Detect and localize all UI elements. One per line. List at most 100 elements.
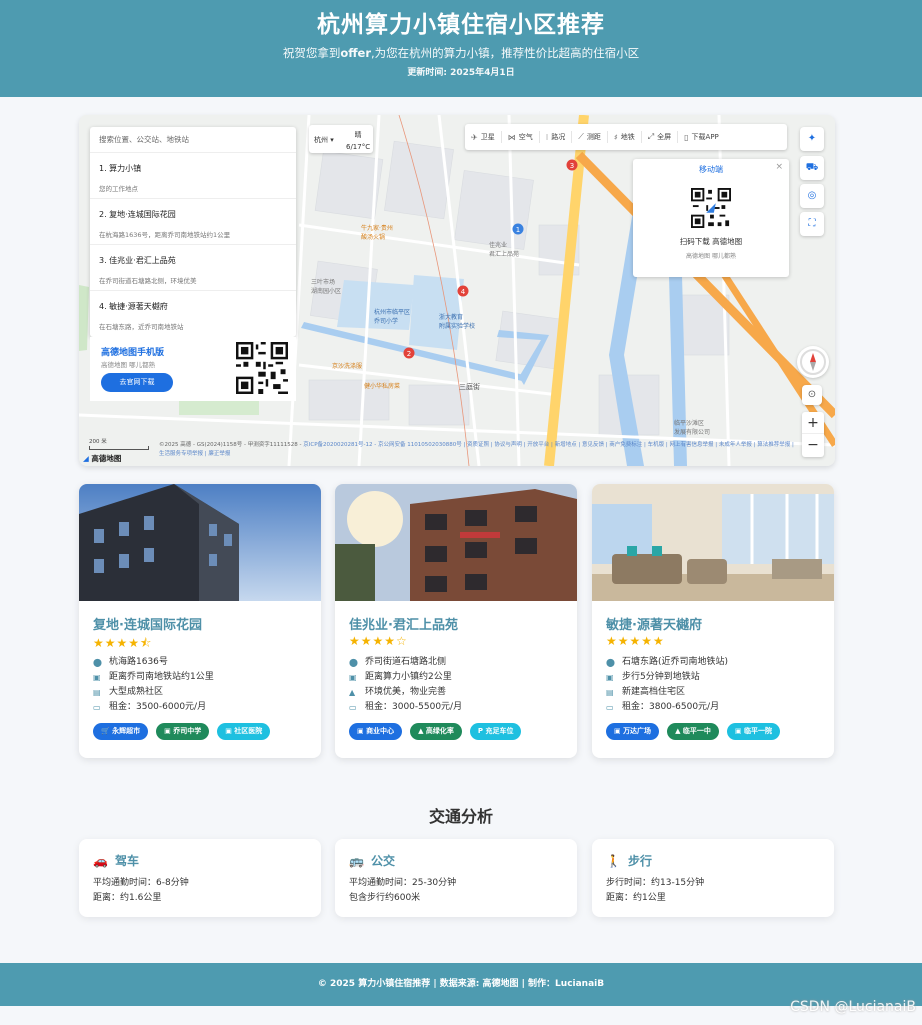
area-label: 临平沙滩区 发展有限公司 bbox=[674, 420, 711, 436]
listing-card[interactable]: 敏捷·源著天樾府 ★★★★★ ⬤ 石塘东路(近乔司南地铁站) ▣ 步行5分钟到地铁站… bbox=[592, 484, 834, 758]
tag-badge: ▣ 临平一院 bbox=[726, 723, 780, 740]
scan-text: 扫码下载 高德地图 bbox=[679, 237, 743, 246]
city-selector[interactable]: 杭州 ▾ bbox=[314, 135, 334, 145]
money-icon: ▭ bbox=[606, 703, 614, 712]
search-panel: 搜索位置、公交站、地铁站 1. 算力小镇 您的工作地点 2. 复地·连城国际花园… bbox=[90, 127, 296, 337]
map-marker[interactable]: 2 bbox=[403, 347, 415, 359]
app-promo-title: 高德地图手机版 bbox=[101, 348, 165, 358]
poi-label: 牛九家·贵州 酸汤火锅 bbox=[361, 225, 393, 241]
map-container[interactable]: 1 2 3 4 牛九家·贵州 酸汤火锅 杭州市临平区 乔司小学 浙大教育 附属实验学校… bbox=[79, 115, 835, 466]
page-footer: © 2025 算力小镇住宿推荐 | 数据来源: 高德地图 | 制作：Lucian… bbox=[0, 963, 922, 1006]
tag-badge: ▣ 万达广场 bbox=[606, 723, 660, 740]
street-label: 三庭街 bbox=[459, 383, 480, 391]
tag-badge: ▣ 社区医院 bbox=[217, 723, 271, 740]
building-icon: ▤ bbox=[93, 688, 101, 697]
fullscreen-button[interactable]: ⤢ 全屏 bbox=[642, 131, 679, 143]
place-list-item[interactable]: 3. 佳兆业·君汇上品苑 在乔司街道石塘路北侧，环境优美 bbox=[90, 245, 296, 291]
listing-name: 敏捷·源著天樾府 bbox=[606, 618, 702, 633]
zoom-out-button[interactable]: − bbox=[802, 434, 824, 456]
rating-stars: ★★★★★ bbox=[606, 634, 665, 648]
traffic-button[interactable]: ⁝ 路况 bbox=[540, 131, 573, 143]
layers-button[interactable]: ✦ bbox=[800, 127, 824, 151]
area-label: 三叶市场 湖南园小区 bbox=[311, 279, 342, 295]
listing-info: ⬤ 石塘东路(近乔司南地铁站) ▣ 步行5分钟到地铁站 ▤ 新建高档住宅区 ▭ 租金：3… bbox=[606, 655, 728, 715]
listing-info: ⬤ 乔司街道石塘路北侧 ▣ 距离算力小镇约2公里 ▲ 环境优美，物业完善 ▭ 租金：30… bbox=[349, 655, 462, 715]
subway-icon: ♯ bbox=[613, 132, 618, 142]
map-toolbar: ✈ 卫星 ⋈ 空气 ⁝ 路况 ⟋ 测距 ♯ 地铁 ⤢ 全屏 ▯ 下载APP bbox=[465, 124, 787, 150]
rating-stars: ★★★★⯪ bbox=[93, 636, 153, 650]
listing-photo bbox=[79, 484, 321, 601]
tag-list: 🛒 永辉超市 ▣ 乔司中学 ▣ 社区医院 bbox=[93, 723, 271, 740]
compass-tool-button[interactable]: ◎ bbox=[800, 184, 824, 208]
svg-text:2: 2 bbox=[407, 350, 411, 358]
page-subtitle: 祝贺您拿到offer,为您在杭州的算力小镇，推荐性价比超高的住宿小区 bbox=[282, 46, 640, 60]
location-pin-icon: ⬤ bbox=[349, 658, 358, 667]
subway-icon: ▣ bbox=[606, 673, 614, 682]
traffic-card: 🚗 驾车 平均通勤时间：6-8分钟 距离：约1.6公里 bbox=[79, 839, 321, 917]
zoom-in-button[interactable]: + bbox=[802, 412, 824, 434]
svg-text:3: 3 bbox=[570, 162, 574, 170]
map-marker[interactable]: 4 bbox=[457, 285, 469, 297]
measure-button[interactable]: ⟋ 测距 bbox=[572, 131, 608, 143]
tree-icon: ▲ bbox=[349, 688, 356, 697]
compass-icon bbox=[800, 349, 826, 375]
tag-list: ▣ 万达广场 ▲ 临平一中 ▣ 临平一院 bbox=[606, 723, 780, 740]
listing-name: 复地·连城国际花园 bbox=[93, 618, 202, 633]
fullscreen-icon: ⤢ bbox=[647, 132, 655, 141]
poi-label: 健小华私房菜 bbox=[364, 383, 401, 390]
subway-button[interactable]: ♯ 地铁 bbox=[608, 131, 642, 143]
bus-icon: 🚌 bbox=[349, 853, 364, 868]
listing-info: ⬤ 杭海路1636号 ▣ 距离乔司南地铁站约1公里 ▤ 大型成熟社区 ▭ 租金：3500… bbox=[93, 655, 214, 715]
listing-photo bbox=[335, 484, 577, 601]
svg-text:1: 1 bbox=[516, 226, 520, 234]
air-button[interactable]: ⋈ 空气 bbox=[502, 131, 540, 143]
location-pin-icon: ⬤ bbox=[93, 658, 102, 667]
phone-icon: ▯ bbox=[684, 132, 689, 142]
qr-code-icon bbox=[691, 188, 731, 228]
qr-code-icon bbox=[236, 342, 288, 394]
traffic-light-icon: ⁝ bbox=[545, 132, 549, 142]
app-promo-desc: 高德地图 哪儿都熟 bbox=[101, 361, 156, 369]
tag-badge: ▣ 乔司中学 bbox=[156, 723, 210, 740]
car-icon: 🚗 bbox=[93, 853, 108, 868]
place-list-item[interactable]: 2. 复地·连城国际花园 在杭海路1636号，距离乔司南地铁站约1公里 bbox=[90, 199, 296, 245]
walk-icon: 🚶 bbox=[606, 853, 621, 868]
locate-button[interactable]: ⊙ bbox=[802, 385, 822, 405]
search-input[interactable]: 搜索位置、公交站、地铁站 bbox=[90, 127, 296, 153]
weather-widget[interactable]: 杭州 ▾ 晴 6/17°C bbox=[309, 125, 373, 153]
compass-control[interactable] bbox=[797, 346, 829, 378]
close-icon[interactable]: × bbox=[775, 162, 783, 172]
building-icon: ▤ bbox=[606, 688, 614, 697]
slogan-text: 高德地图 哪儿都熟 bbox=[686, 253, 736, 260]
poi-label: 京沙洗涤服 bbox=[332, 363, 363, 370]
zoom-control: + − bbox=[802, 412, 824, 457]
poi-label: 浙大教育 附属实验学校 bbox=[439, 314, 476, 330]
listing-card[interactable]: 复地·连城国际花园 ★★★★⯪ ⬤ 杭海路1636号 ▣ 距离乔司南地铁站约1公里 … bbox=[79, 484, 321, 758]
listing-card[interactable]: 佳兆业·君汇上品苑 ★★★★☆ ⬤ 乔司街道石塘路北侧 ▣ 距离算力小镇约2公里 ▲… bbox=[335, 484, 577, 758]
place-list-item[interactable]: 1. 算力小镇 您的工作地点 bbox=[90, 153, 296, 199]
map-marker[interactable]: 1 bbox=[512, 223, 524, 235]
map-marker[interactable]: 3 bbox=[566, 159, 578, 171]
tag-list: ▣ 商业中心 ▲ 高绿化率 P 充足车位 bbox=[349, 723, 522, 740]
rating-stars: ★★★★☆ bbox=[349, 634, 408, 648]
map-copyright: ©2025 高德 - GS(2024)1158号 - 甲测资字11111528 … bbox=[159, 442, 794, 457]
satellite-button[interactable]: ✈ 卫星 bbox=[465, 131, 502, 143]
poi-label: 杭州市临平区 乔司小学 bbox=[374, 309, 411, 325]
watermark: CSDN @LucianaiB bbox=[790, 999, 916, 1015]
location-pin-icon: ⬤ bbox=[606, 658, 615, 667]
subway-icon: ▣ bbox=[93, 673, 101, 682]
car-icon: ▣ bbox=[349, 673, 357, 682]
download-app-button[interactable]: ▯ 下载APP bbox=[678, 131, 725, 143]
update-time: 更新时间: 2025年4月1日 bbox=[407, 68, 515, 78]
money-icon: ▭ bbox=[349, 703, 357, 712]
svg-text:4: 4 bbox=[461, 288, 466, 296]
place-list-item[interactable]: 4. 敏捷·源著天樾府 在石塘东路，近乔司南地铁站 bbox=[90, 291, 296, 337]
tag-badge: ▣ 商业中心 bbox=[349, 723, 403, 740]
car-route-button[interactable]: ⛟ bbox=[800, 156, 824, 180]
download-button[interactable]: 去官网下载 bbox=[101, 373, 173, 392]
fullscreen-tool-button[interactable]: ⛶ bbox=[800, 212, 824, 236]
app-promo: 高德地图手机版 高德地图 哪儿都熟 去官网下载 bbox=[90, 337, 296, 401]
page-title: 杭州算力小镇住宿小区推荐 bbox=[317, 12, 605, 38]
tag-badge: 🛒 永辉超市 bbox=[93, 723, 149, 740]
tag-badge: P 充足车位 bbox=[469, 723, 522, 740]
